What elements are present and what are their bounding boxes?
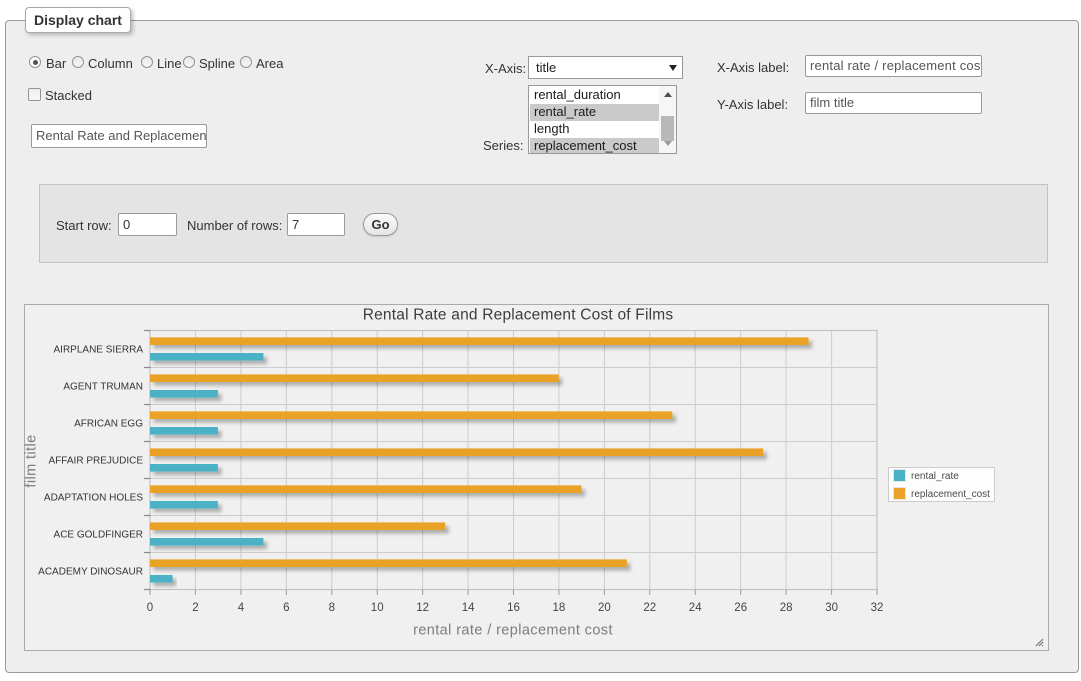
- svg-text:rental_rate: rental_rate: [911, 471, 959, 482]
- svg-text:10: 10: [371, 602, 384, 614]
- svg-text:8: 8: [329, 602, 335, 614]
- svg-text:Rental Rate and Replacement Co: Rental Rate and Replacement Cost of Film…: [363, 307, 674, 324]
- svg-text:2: 2: [192, 602, 198, 614]
- svg-text:16: 16: [507, 602, 520, 614]
- svg-text:30: 30: [825, 602, 838, 614]
- svg-text:ACE GOLDFINGER: ACE GOLDFINGER: [54, 530, 143, 541]
- svg-text:AGENT TRUMAN: AGENT TRUMAN: [63, 382, 143, 393]
- svg-text:AIRPLANE SIERRA: AIRPLANE SIERRA: [54, 345, 144, 356]
- svg-text:replacement_cost: replacement_cost: [911, 489, 990, 500]
- svg-text:0: 0: [147, 602, 153, 614]
- svg-text:ACADEMY DINOSAUR: ACADEMY DINOSAUR: [38, 567, 143, 578]
- svg-text:22: 22: [643, 602, 656, 614]
- svg-text:12: 12: [416, 602, 429, 614]
- svg-text:AFFAIR PREJUDICE: AFFAIR PREJUDICE: [49, 456, 144, 467]
- svg-text:film title: film title: [24, 434, 40, 487]
- svg-text:rental rate / replacement cost: rental rate / replacement cost: [413, 623, 613, 639]
- svg-text:28: 28: [780, 602, 793, 614]
- svg-text:24: 24: [689, 602, 702, 614]
- svg-text:AFRICAN EGG: AFRICAN EGG: [74, 419, 143, 430]
- svg-text:32: 32: [871, 602, 884, 614]
- svg-text:4: 4: [238, 602, 245, 614]
- svg-text:6: 6: [283, 602, 289, 614]
- svg-text:14: 14: [462, 602, 475, 614]
- svg-text:18: 18: [553, 602, 566, 614]
- svg-text:ADAPTATION HOLES: ADAPTATION HOLES: [44, 493, 143, 504]
- svg-text:26: 26: [734, 602, 747, 614]
- svg-text:20: 20: [598, 602, 611, 614]
